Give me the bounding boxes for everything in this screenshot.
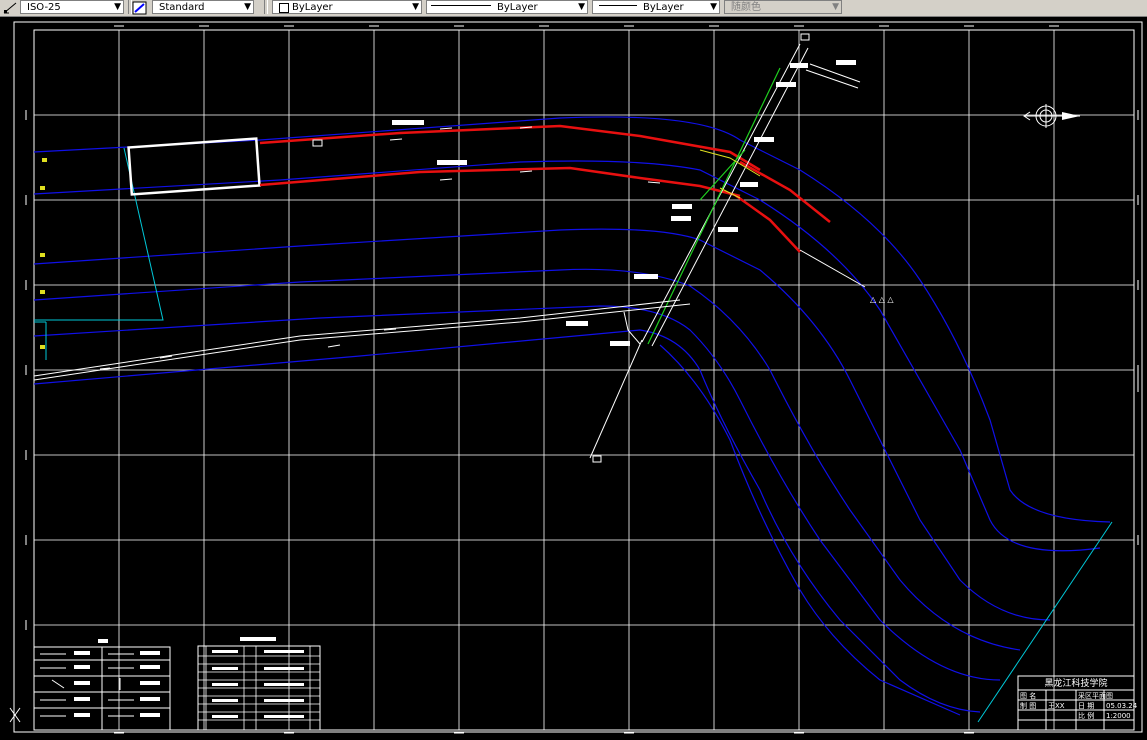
dimstyle-select[interactable]: ISO-25 ▼ bbox=[20, 0, 124, 14]
drafter-value: 王XX bbox=[1048, 702, 1065, 710]
chevron-down-icon: ▼ bbox=[710, 2, 717, 12]
working-face bbox=[127, 137, 261, 196]
dimstyle-value: ISO-25 bbox=[27, 2, 61, 13]
transport-roadway bbox=[33, 299, 691, 381]
linetype-sample bbox=[431, 5, 491, 6]
chevron-down-icon: ▼ bbox=[832, 2, 839, 12]
title-value: 采区平面图 bbox=[1078, 691, 1113, 700]
institute-name: 黑龙江科技学院 bbox=[1044, 677, 1107, 689]
textstyle-icon[interactable] bbox=[132, 0, 148, 15]
station-markers: △ △ △ bbox=[40, 33, 894, 463]
svg-text:△ △ △: △ △ △ bbox=[870, 295, 894, 304]
mining-boundary bbox=[34, 147, 1113, 723]
scale-label: 比 例 bbox=[1078, 711, 1094, 720]
linetype-select[interactable]: ByLayer ▼ bbox=[426, 0, 588, 14]
lineweight-select[interactable]: ByLayer ▼ bbox=[592, 0, 720, 14]
color-swatch bbox=[279, 3, 289, 13]
title-block: 黑龙江科技学院 图 名 采区平面图 制 图 王XX 日 期 05.03.24 比… bbox=[1017, 675, 1138, 731]
ventilation-arrows bbox=[99, 126, 661, 370]
drafter-label: 制 图 bbox=[1020, 701, 1036, 710]
properties-toolbar: ISO-25 ▼ Standard ▼ ByLayer ▼ ByLayer ▼ … bbox=[0, 0, 1147, 17]
plotstyle-value: 随颜色 bbox=[731, 2, 761, 13]
legend bbox=[33, 639, 171, 731]
coordinate-grid bbox=[34, 30, 1134, 730]
scale-value: 1:2000 bbox=[1106, 712, 1131, 720]
lineweight-value: ByLayer bbox=[643, 2, 684, 13]
annotation-labels bbox=[392, 60, 856, 346]
cad-drawing: △ △ △ 黑龙江科技学院 图 名 采区平面图 制 图 王XX 日 期 05.0… bbox=[9, 21, 1143, 734]
chevron-down-icon: ▼ bbox=[578, 2, 585, 12]
dimstyle-icon[interactable] bbox=[2, 0, 18, 14]
layer-value: ByLayer bbox=[292, 2, 333, 13]
chevron-down-icon: ▼ bbox=[114, 2, 121, 12]
chevron-down-icon: ▼ bbox=[244, 2, 251, 12]
textstyle-value: Standard bbox=[159, 2, 205, 13]
linetype-value: ByLayer bbox=[497, 2, 538, 13]
ucs-icon bbox=[9, 707, 21, 723]
textstyle-select[interactable]: Standard ▼ bbox=[152, 0, 254, 14]
main-inclined-shaft bbox=[589, 43, 866, 459]
roadway-table bbox=[197, 637, 321, 731]
chevron-down-icon: ▼ bbox=[412, 2, 419, 12]
north-arrow-icon bbox=[1023, 104, 1080, 128]
date-label: 日 期 bbox=[1078, 702, 1094, 710]
layer-select[interactable]: ByLayer ▼ bbox=[272, 0, 422, 14]
roadways bbox=[259, 124, 831, 253]
lineweight-sample bbox=[599, 5, 637, 6]
toolbar-separator bbox=[264, 0, 268, 14]
title-label: 图 名 bbox=[1020, 691, 1036, 700]
date-value: 05.03.24 bbox=[1106, 702, 1138, 710]
drawing-canvas[interactable]: △ △ △ 黑龙江科技学院 图 名 采区平面图 制 图 王XX 日 期 05.0… bbox=[0, 17, 1147, 736]
plotstyle-select: 随颜色 ▼ bbox=[724, 0, 842, 14]
grid-tick-labels bbox=[25, 25, 1139, 734]
